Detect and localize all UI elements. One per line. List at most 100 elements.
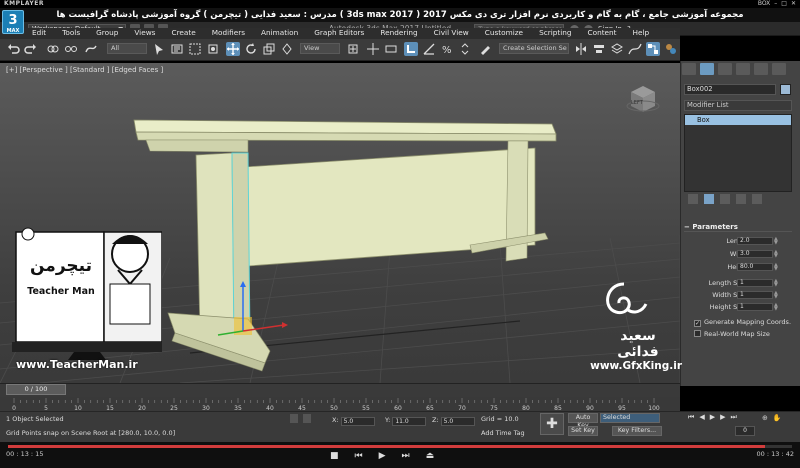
menu-civil-view[interactable]: Civil View — [426, 27, 477, 39]
auto-key-button[interactable]: Auto Key — [568, 413, 598, 429]
menu-scripting[interactable]: Scripting — [531, 27, 579, 39]
add-time-tag[interactable]: Add Time Tag — [481, 429, 525, 437]
menu-rendering[interactable]: Rendering — [372, 27, 425, 39]
play-icon[interactable]: ▶ — [710, 413, 715, 422]
spinner-icon[interactable]: ▲ ▼ — [774, 279, 778, 288]
key-filters-button[interactable]: Key Filters... — [612, 426, 662, 436]
select-manipulate-icon[interactable] — [366, 42, 380, 56]
param-value-field[interactable]: 2.0 — [737, 237, 773, 245]
remove-modifier-icon[interactable] — [736, 194, 746, 204]
pin-stack-icon[interactable] — [688, 194, 698, 204]
curve-editor-icon[interactable] — [628, 42, 642, 56]
menu-content[interactable]: Content — [580, 27, 625, 39]
stop-icon[interactable]: ■ — [330, 451, 339, 461]
go-to-end-icon[interactable]: ⏭ — [730, 413, 736, 422]
set-key-plus-icon[interactable]: ✚ — [540, 413, 564, 435]
modifier-stack-item-box[interactable]: Box — [685, 115, 791, 125]
param-value-field[interactable]: 3.0 — [737, 250, 773, 258]
minimize-icon[interactable]: – — [774, 0, 777, 8]
pan-icon[interactable]: ✋ — [773, 414, 782, 422]
y-field[interactable]: 11.0 — [392, 417, 427, 426]
set-key-button[interactable]: Set Key — [568, 426, 598, 436]
move-icon[interactable] — [226, 42, 240, 56]
next-icon[interactable]: ⏭ — [402, 451, 410, 461]
menu-modifiers[interactable]: Modifiers — [204, 27, 253, 39]
display-tab-icon[interactable] — [754, 63, 768, 75]
object-color-swatch[interactable] — [780, 84, 791, 95]
parameters-rollout-title[interactable]: − Parameters — [684, 222, 792, 232]
menu-edit[interactable]: Edit — [28, 27, 54, 39]
maximize-icon[interactable]: □ — [781, 0, 787, 8]
play-pause-icon[interactable]: ▶ — [379, 451, 386, 461]
spinner-icon[interactable]: ▲ ▼ — [774, 250, 778, 259]
hierarchy-tab-icon[interactable] — [718, 63, 732, 75]
modifier-list-dropdown[interactable]: Modifier List — [684, 100, 792, 111]
modifier-stack[interactable] — [684, 114, 792, 192]
zoom-icon[interactable]: ⊕ — [762, 414, 768, 422]
menu-animation[interactable]: Animation — [253, 27, 306, 39]
spinner-icon[interactable]: ▲ ▼ — [774, 303, 778, 312]
player-window-controls[interactable]: BOX – □ ✕ — [758, 0, 796, 8]
eject-icon[interactable]: ⏏ — [426, 451, 435, 461]
menu-graph-editors[interactable]: Graph Editors — [306, 27, 372, 39]
generate-mapping-checkbox[interactable]: ✓ Generate Mapping Coords. — [694, 317, 791, 327]
spinner-snap-icon[interactable] — [458, 42, 472, 56]
keyboard-shortcut-icon[interactable] — [384, 42, 398, 56]
viewcube[interactable]: LEFT — [625, 82, 661, 116]
region-select-icon[interactable] — [188, 42, 202, 56]
previous-icon[interactable]: ⏮ — [355, 451, 363, 461]
scale-icon[interactable] — [262, 42, 276, 56]
menu-tools[interactable]: Tools — [54, 27, 88, 39]
absolute-mode-icon[interactable] — [303, 414, 311, 423]
mirror-icon[interactable] — [574, 42, 588, 56]
make-unique-icon[interactable] — [720, 194, 730, 204]
reference-coordinate-dropdown[interactable]: View — [300, 43, 340, 54]
pivot-center-icon[interactable] — [346, 42, 360, 56]
go-to-start-icon[interactable]: ⏮ — [688, 413, 694, 422]
menu-views[interactable]: Views — [126, 27, 163, 39]
next-frame-icon[interactable]: ▶ — [720, 413, 725, 422]
x-field[interactable]: 5.0 — [340, 417, 375, 426]
current-frame-field[interactable]: 0 — [735, 426, 755, 436]
selection-filter-dropdown[interactable]: All — [107, 43, 147, 54]
z-field[interactable]: 5.0 — [440, 417, 475, 426]
menu-create[interactable]: Create — [163, 27, 203, 39]
object-name-field[interactable]: Box002 — [684, 84, 776, 95]
align-icon[interactable] — [592, 42, 606, 56]
param-value-field[interactable]: 1 — [737, 279, 773, 287]
menu-group[interactable]: Group — [88, 27, 126, 39]
percent-snap-icon[interactable]: % — [440, 42, 454, 56]
window-crossing-icon[interactable] — [206, 42, 220, 56]
placement-icon[interactable] — [280, 42, 294, 56]
max-logo-button[interactable]: 3 MAX — [2, 10, 24, 34]
spinner-icon[interactable]: ▲ ▼ — [774, 263, 778, 272]
show-end-result-icon[interactable] — [704, 194, 714, 204]
unlink-icon[interactable] — [64, 42, 78, 56]
lock-icon[interactable] — [290, 414, 298, 423]
material-editor-icon[interactable] — [664, 42, 678, 56]
undo-icon[interactable] — [6, 42, 20, 56]
param-value-field[interactable]: 1 — [737, 303, 773, 311]
select-object-icon[interactable] — [152, 42, 166, 56]
angle-snap-icon[interactable] — [422, 42, 436, 56]
configure-sets-icon[interactable] — [752, 194, 762, 204]
param-value-field[interactable]: 1 — [737, 291, 773, 299]
schematic-view-icon[interactable] — [646, 42, 660, 56]
viewport-label[interactable]: [+] [Perspective ] [Standard ] [Edged Fa… — [6, 66, 163, 74]
time-slider-track[interactable] — [0, 383, 680, 397]
bind-space-warp-icon[interactable] — [84, 42, 98, 56]
spinner-icon[interactable]: ▲ ▼ — [774, 237, 778, 246]
redo-icon[interactable] — [24, 42, 38, 56]
spinner-icon[interactable]: ▲ ▼ — [774, 291, 778, 300]
select-by-name-icon[interactable] — [170, 42, 184, 56]
edit-named-selection-icon[interactable] — [478, 42, 492, 56]
rotate-icon[interactable] — [244, 42, 258, 56]
snap-toggle-icon[interactable] — [404, 42, 418, 56]
param-value-field[interactable]: 80.0 — [737, 263, 773, 271]
link-icon[interactable] — [46, 42, 60, 56]
close-icon[interactable]: ✕ — [791, 0, 796, 8]
layer-explorer-icon[interactable] — [610, 42, 624, 56]
previous-frame-icon[interactable]: ◀ — [699, 413, 704, 422]
utilities-tab-icon[interactable] — [772, 63, 786, 75]
menu-customize[interactable]: Customize — [477, 27, 531, 39]
